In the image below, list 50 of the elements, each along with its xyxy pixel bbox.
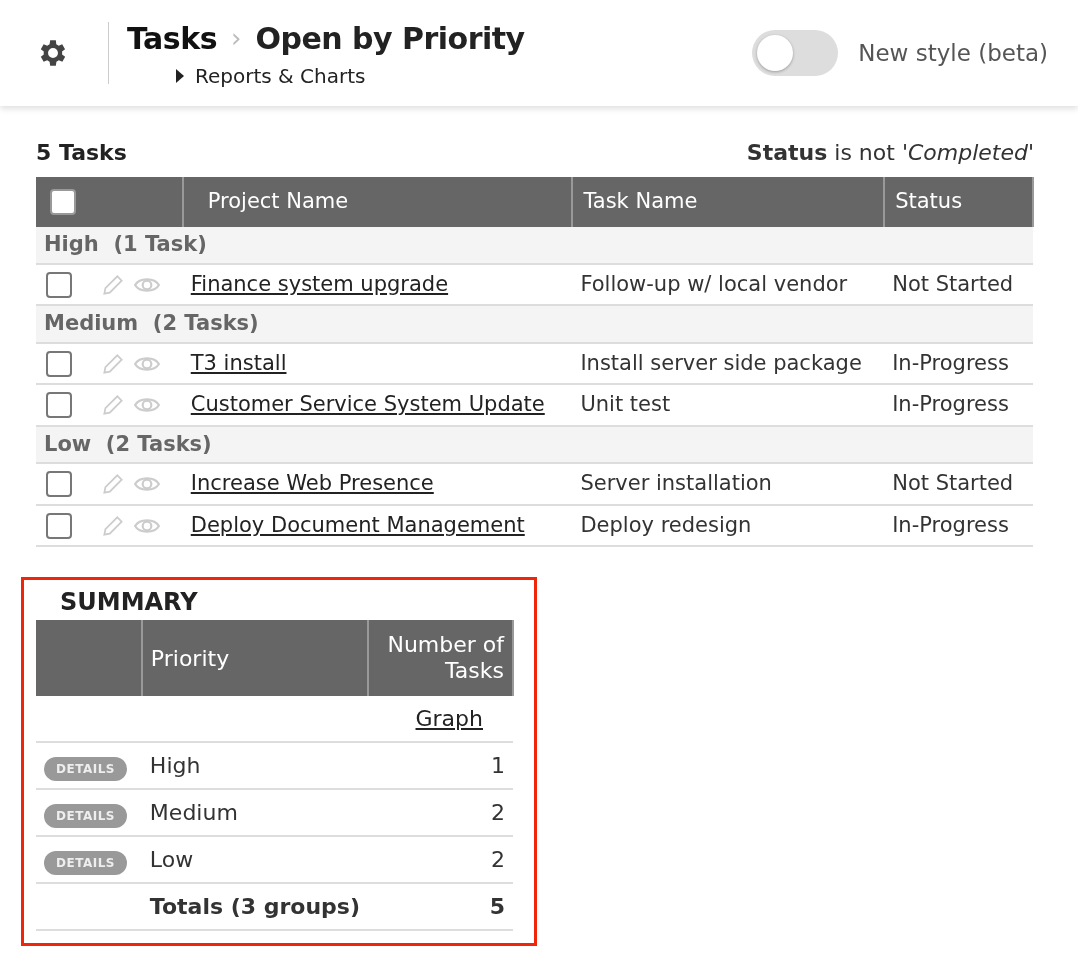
row-checkbox[interactable] [46,392,72,418]
submenu-toggle[interactable]: Reports & Charts [195,60,366,91]
project-link[interactable]: Deploy Document Management [190,512,525,537]
toggle-switch[interactable] [752,30,839,76]
column-header: Priority [150,645,230,671]
page-title: Open by Priority [255,19,525,58]
row-checkbox[interactable] [46,271,72,298]
task-count-value: 2 [491,847,505,872]
caret-icon [175,67,185,84]
task-status: Not Started [892,271,1014,296]
task-count-value: 1 [491,753,505,778]
priority-label: High [149,753,201,778]
column-header: Number of Tasks [387,631,504,683]
project-link[interactable]: T3 install [190,350,287,375]
pencil-icon[interactable] [100,471,126,497]
row-checkbox[interactable] [46,471,72,497]
task-name: Unit test [580,392,671,416]
pencil-icon[interactable] [100,392,126,418]
priority-label: Medium [149,800,238,825]
task-name: Deploy redesign [580,512,752,537]
task-name: Install server side package [580,350,862,375]
column-header: Status [884,177,1033,227]
toggle-label: New style (beta) [858,38,1048,68]
filter-text: Status is not 'Completed' [746,139,1034,167]
select-all-checkbox[interactable] [50,189,76,216]
task-status: In-Progress [892,392,1009,416]
task-status: Not Started [892,471,1014,495]
task-count-value: 2 [491,800,505,825]
task-status: In-Progress [892,512,1009,537]
project-link[interactable]: Customer Service System Update [190,392,545,416]
task-count: 5 Tasks [36,139,127,167]
task-status: In-Progress [892,350,1009,375]
row-checkbox[interactable] [46,512,72,539]
totals-count: 5 [489,894,505,919]
breadcrumb-link[interactable]: Tasks [127,15,217,61]
totals-label: Totals (3 groups) [149,894,360,919]
task-name: Server installation [580,471,772,495]
group-heading: Medium (2 Tasks) [44,311,259,335]
row-checkbox[interactable] [46,350,72,377]
breadcrumb-separator: › [231,21,242,55]
summary-title: SUMMARY [60,587,199,618]
graph-link[interactable]: Graph [415,706,483,731]
priority-label: Low [149,847,194,872]
project-link[interactable]: Increase Web Presence [190,471,434,495]
column-header: Task Name [572,177,885,227]
group-heading: Low (2 Tasks) [44,431,212,456]
task-name: Follow-up w/ local vendor [580,271,848,296]
project-link[interactable]: Finance system upgrade [190,271,449,296]
group-heading: High (1 Task) [44,232,207,256]
column-header: Project Name [182,177,573,227]
